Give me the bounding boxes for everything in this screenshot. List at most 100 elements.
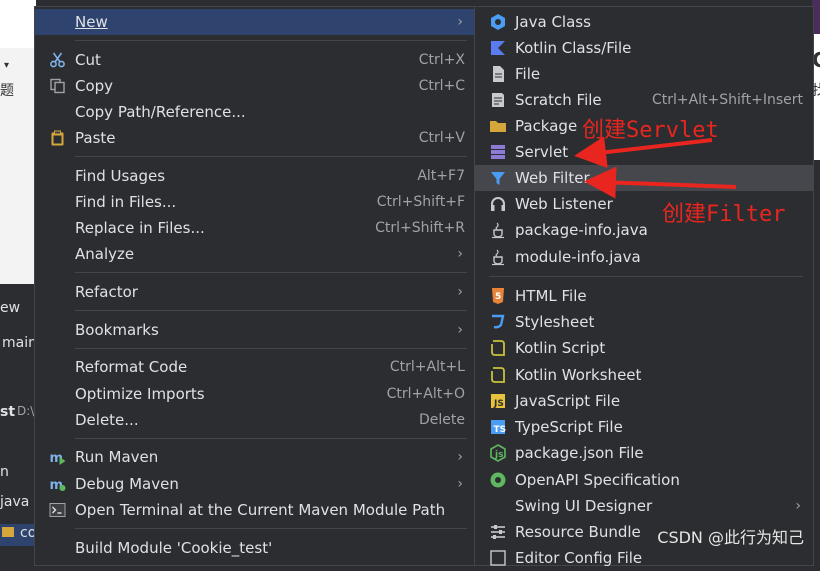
menu-item-refactor[interactable]: Refactor ›	[35, 279, 475, 305]
menu-item-find-in-files[interactable]: Find in Files... Ctrl+Shift+F	[35, 189, 475, 215]
submenu-item-java-class[interactable]: Java Class	[475, 9, 813, 35]
submenu-item-scratch-file[interactable]: Scratch File Ctrl+Alt+Shift+Insert	[475, 87, 813, 113]
context-menu: New › Cut Ctrl+X Copy Ctrl+C Copy Path/R…	[34, 6, 476, 566]
submenu-item-label: Editor Config File	[515, 549, 643, 567]
shortcut: Ctrl+X	[418, 52, 465, 68]
bg-text: st	[0, 404, 16, 420]
menu-item-label: Copy Path/Reference...	[75, 103, 246, 121]
bg-text: n	[0, 464, 9, 480]
menu-item-open-terminal[interactable]: Open Terminal at the Current Maven Modul…	[35, 497, 475, 523]
bg-text: main	[2, 335, 37, 351]
submenu-item-module-info[interactable]: module-info.java	[475, 244, 813, 270]
shortcut: Ctrl+C	[418, 78, 465, 94]
submenu-item-label: OpenAPI Specification	[515, 471, 680, 489]
submenu-item-label: File	[515, 65, 541, 83]
nodejs-icon: js	[490, 444, 506, 462]
copy-icon	[50, 78, 65, 94]
menu-item-label: Copy	[75, 77, 114, 95]
submenu-item-openapi[interactable]: OpenAPI Specification	[475, 467, 813, 493]
menu-separator	[489, 276, 803, 277]
menu-item-copy[interactable]: Copy Ctrl+C	[35, 73, 475, 99]
java-cup-icon	[492, 249, 504, 266]
submenu-item-label: module-info.java	[515, 248, 641, 266]
kotlin-icon	[491, 41, 505, 55]
submenu-item-swing-ui-designer[interactable]: Swing UI Designer ›	[475, 493, 813, 519]
bg-text: D:\	[17, 404, 35, 418]
menu-item-label: New	[75, 13, 108, 31]
submenu-item-label: Swing UI Designer	[515, 497, 653, 515]
shortcut: Alt+F7	[417, 168, 465, 184]
submenu-item-label: Kotlin Worksheet	[515, 366, 642, 384]
submenu-item-javascript-file[interactable]: JS JavaScript File	[475, 388, 813, 414]
menu-item-reformat-code[interactable]: Reformat Code Ctrl+Alt+L	[35, 354, 475, 380]
bg-text: java	[0, 494, 30, 510]
new-submenu: Java Class Kotlin Class/File File Scratc…	[474, 6, 814, 567]
shortcut: Ctrl+V	[418, 130, 465, 146]
menu-item-label: Analyze	[75, 245, 135, 263]
submenu-item-html-file[interactable]: 5 HTML File	[475, 283, 813, 309]
chevron-right-icon: ›	[457, 284, 463, 300]
bg-text: 题	[0, 83, 14, 99]
submenu-item-label: Kotlin Script	[515, 339, 606, 357]
menu-item-run-maven[interactable]: m Run Maven ›	[35, 444, 475, 470]
kotlin-worksheet-icon	[491, 367, 505, 383]
menu-item-replace-in-files[interactable]: Replace in Files... Ctrl+Shift+R	[35, 215, 475, 241]
menu-item-bookmarks[interactable]: Bookmarks ›	[35, 317, 475, 343]
annotation-servlet: 创建Servlet	[582, 118, 719, 143]
menu-item-label: Optimize Imports	[75, 385, 205, 403]
scissors-icon	[50, 52, 65, 68]
submenu-item-file[interactable]: File	[475, 61, 813, 87]
submenu-item-editor-config[interactable]: Editor Config File	[475, 545, 813, 571]
submenu-item-kotlin-script[interactable]: Kotlin Script	[475, 335, 813, 361]
shortcut: Ctrl+Shift+R	[375, 220, 465, 236]
menu-item-analyze[interactable]: Analyze ›	[35, 241, 475, 267]
submenu-item-web-filter[interactable]: Web Filter	[475, 165, 813, 191]
scratch-file-icon	[492, 93, 504, 107]
submenu-item-label: package.json File	[515, 444, 644, 462]
menu-item-cut[interactable]: Cut Ctrl+X	[35, 47, 475, 73]
file-icon	[493, 66, 504, 82]
menu-separator	[75, 156, 467, 157]
menu-item-label: Find in Files...	[75, 193, 177, 211]
menu-item-copy-path[interactable]: Copy Path/Reference...	[35, 99, 475, 125]
svg-text:JS: JS	[493, 399, 504, 409]
submenu-item-kotlin-class[interactable]: Kotlin Class/File	[475, 35, 813, 61]
menu-item-build-module[interactable]: Build Module 'Cookie_test'	[35, 535, 475, 561]
folder-icon	[490, 121, 506, 132]
menu-item-label: Run Maven	[75, 448, 159, 466]
svg-text:TS: TS	[494, 425, 507, 435]
submenu-item-typescript-file[interactable]: TS TypeScript File	[475, 414, 813, 440]
submenu-item-package-json[interactable]: js package.json File	[475, 440, 813, 466]
menu-item-label: Paste	[75, 129, 116, 147]
typescript-icon: TS	[491, 420, 507, 435]
submenu-item-label: Scratch File	[515, 91, 602, 109]
menu-item-label: Find Usages	[75, 167, 166, 185]
watermark: CSDN @此行为知己	[657, 528, 804, 547]
menu-item-debug-maven[interactable]: m Debug Maven ›	[35, 471, 475, 497]
submenu-item-label: Web Listener	[515, 195, 613, 213]
clipboard-icon	[51, 130, 64, 146]
menu-item-paste[interactable]: Paste Ctrl+V	[35, 125, 475, 151]
submenu-item-label: TypeScript File	[515, 418, 623, 436]
menu-item-find-usages[interactable]: Find Usages Alt+F7	[35, 163, 475, 189]
submenu-item-label: HTML File	[515, 287, 587, 305]
openapi-icon	[490, 472, 506, 488]
terminal-icon	[49, 503, 66, 517]
menu-item-new[interactable]: New ›	[35, 9, 475, 35]
submenu-item-kotlin-worksheet[interactable]: Kotlin Worksheet	[475, 362, 813, 388]
maven-run-icon: m	[50, 451, 66, 465]
submenu-item-stylesheet[interactable]: Stylesheet	[475, 309, 813, 335]
headphones-icon	[491, 197, 505, 211]
menu-separator	[75, 310, 467, 311]
menu-item-optimize-imports[interactable]: Optimize Imports Ctrl+Alt+O	[35, 381, 475, 407]
submenu-item-label: Servlet	[515, 143, 569, 161]
menu-item-delete[interactable]: Delete... Delete	[35, 407, 475, 433]
shortcut: Ctrl+Alt+Shift+Insert	[651, 92, 803, 108]
menu-separator	[75, 348, 467, 349]
submenu-item-label: Kotlin Class/File	[515, 39, 632, 57]
menu-item-label: Open Terminal at the Current Maven Modul…	[75, 501, 446, 519]
chevron-right-icon: ›	[457, 14, 463, 30]
menu-item-label: Debug Maven	[75, 475, 179, 493]
submenu-item-label: Java Class	[515, 13, 591, 31]
menu-item-label: Replace in Files...	[75, 219, 205, 237]
